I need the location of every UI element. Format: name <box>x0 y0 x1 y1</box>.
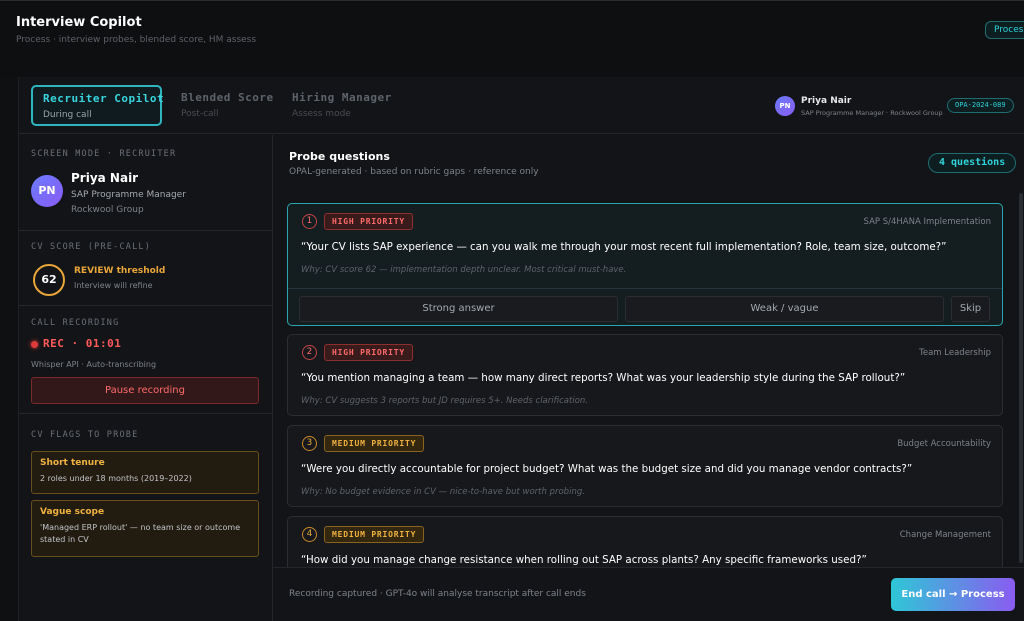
section-title: CV SCORE (PRE-CALL) <box>31 242 152 252</box>
question-list: 1 HIGH PRIORITY SAP S/4HANA Implementati… <box>287 203 1005 567</box>
question-card[interactable]: 4 MEDIUM PRIORITY Change Management “How… <box>287 516 1003 567</box>
tab-label: Recruiter Copilot <box>43 92 165 105</box>
app-subtitle: Process · interview probes, blended scor… <box>16 35 257 45</box>
avatar: PN <box>31 175 63 207</box>
candidate-role-org: SAP Programme Manager · Rockwool Group <box>801 109 943 117</box>
tab-hiring-manager[interactable]: Hiring Manager Assess mode <box>280 85 404 126</box>
app-header: Interview Copilot Process · interview pr… <box>0 0 1024 76</box>
avatar: PN <box>775 96 795 116</box>
candidate-role: SAP Programme Manager <box>71 190 186 200</box>
tab-label: Blended Score <box>181 91 274 104</box>
candidate-org: Rockwool Group <box>71 205 144 215</box>
priority-badge: HIGH PRIORITY <box>324 344 414 361</box>
strong-answer-button[interactable]: Strong answer <box>299 296 618 322</box>
question-number: 3 <box>302 436 317 451</box>
priority-badge: HIGH PRIORITY <box>324 213 414 230</box>
score-status: REVIEW threshold <box>74 266 166 276</box>
call-recording-section: CALL RECORDING REC · 01:01 Whisper API ·… <box>19 306 273 414</box>
end-call-button[interactable]: End call → Process <box>891 578 1015 611</box>
tab-sublabel: During call <box>43 110 92 120</box>
probe-questions-area: Probe questions OPAL-generated · based o… <box>273 135 1024 621</box>
pause-recording-button[interactable]: Pause recording <box>31 377 259 404</box>
question-rationale: Why: CV suggests 3 reports but JD requir… <box>301 396 588 406</box>
question-number: 1 <box>302 214 317 229</box>
question-card[interactable]: 2 HIGH PRIORITY Team Leadership “You men… <box>287 334 1003 416</box>
tab-recruiter-copilot[interactable]: Recruiter Copilot During call <box>31 85 165 126</box>
tab-blended-score[interactable]: Blended Score Post-call <box>169 85 286 126</box>
priority-badge: MEDIUM PRIORITY <box>324 526 425 543</box>
section-title: SCREEN MODE · RECRUITER <box>31 149 177 159</box>
skip-button[interactable]: Skip <box>951 296 990 322</box>
question-topic: Budget Accountability <box>897 439 991 449</box>
section-title: CALL RECORDING <box>31 318 120 328</box>
priority-badge: MEDIUM PRIORITY <box>324 435 425 452</box>
probe-title: Probe questions <box>289 150 390 163</box>
recording-api-note: Whisper API · Auto-transcribing <box>31 360 157 369</box>
candidate-name: Priya Nair <box>801 96 852 106</box>
cv-flag-card: Short tenure 2 roles under 18 months (20… <box>31 451 259 494</box>
footer-note: Recording captured · GPT-4o will analyse… <box>289 589 586 599</box>
cv-flag-card: Vague scope 'Managed ERP rollout' — no t… <box>31 500 259 557</box>
question-number: 4 <box>302 527 317 542</box>
cv-flags-section: CV FLAGS TO PROBE Short tenure 2 roles u… <box>19 414 273 621</box>
tab-sublabel: Assess mode <box>292 109 351 119</box>
score-note: Interview will refine <box>74 281 153 290</box>
question-text: “How did you manage change resistance wh… <box>301 554 867 566</box>
recording-status: REC · 01:01 <box>43 337 122 350</box>
question-topic: Change Management <box>899 530 991 540</box>
section-title: CV FLAGS TO PROBE <box>31 430 139 440</box>
weak-answer-button[interactable]: Weak / vague <box>625 296 944 322</box>
cv-score-ring: 62 <box>33 264 65 296</box>
question-text: “Your CV lists SAP experience — can you … <box>301 241 947 253</box>
tab-sublabel: Post-call <box>181 109 219 119</box>
question-text: “You mention managing a team — how many … <box>301 372 906 384</box>
screen-mode-section: SCREEN MODE · RECRUITER PN Priya Nair SA… <box>19 135 273 231</box>
probe-footer: Recording captured · GPT-4o will analyse… <box>273 567 1024 621</box>
question-count-badge: 4 questions <box>928 153 1017 173</box>
process-chip[interactable]: Process <box>985 21 1024 39</box>
probe-header: Probe questions OPAL-generated · based o… <box>273 135 1024 190</box>
question-card[interactable]: 3 MEDIUM PRIORITY Budget Accountability … <box>287 425 1003 507</box>
question-card[interactable]: 1 HIGH PRIORITY SAP S/4HANA Implementati… <box>287 203 1003 326</box>
question-rationale: Why: No budget evidence in CV — nice-to-… <box>301 487 585 497</box>
flag-description: 2 roles under 18 months (2019–2022) <box>40 474 192 483</box>
sidebar: SCREEN MODE · RECRUITER PN Priya Nair SA… <box>19 135 273 621</box>
flag-title: Short tenure <box>40 458 105 468</box>
flag-description: 'Managed ERP rollout' — no team size or … <box>40 523 241 544</box>
cv-score-section: CV SCORE (PRE-CALL) 62 REVIEW threshold … <box>19 231 273 306</box>
probe-subtitle: OPAL-generated · based on rubric gaps · … <box>289 167 539 177</box>
candidate-id-badge: OPA-2024-089 <box>947 98 1014 113</box>
question-number: 2 <box>302 345 317 360</box>
answer-actions: Strong answer Weak / vague Skip <box>288 288 1002 328</box>
tab-label: Hiring Manager <box>292 91 392 104</box>
recording-dot-icon <box>31 341 38 348</box>
question-topic: Team Leadership <box>919 348 991 358</box>
question-list-scrollbar[interactable] <box>1019 193 1023 563</box>
candidate-name: Priya Nair <box>71 171 139 185</box>
panel-header: Recruiter Copilot During call Blended Sc… <box>19 77 1024 134</box>
question-text: “Were you directly accountable for proje… <box>301 463 913 475</box>
copilot-panel: Recruiter Copilot During call Blended Sc… <box>18 77 1024 621</box>
question-topic: SAP S/4HANA Implementation <box>863 217 991 227</box>
app-title: Interview Copilot <box>16 15 142 30</box>
question-rationale: Why: CV score 62 — implementation depth … <box>301 265 627 275</box>
flag-title: Vague scope <box>40 507 105 517</box>
